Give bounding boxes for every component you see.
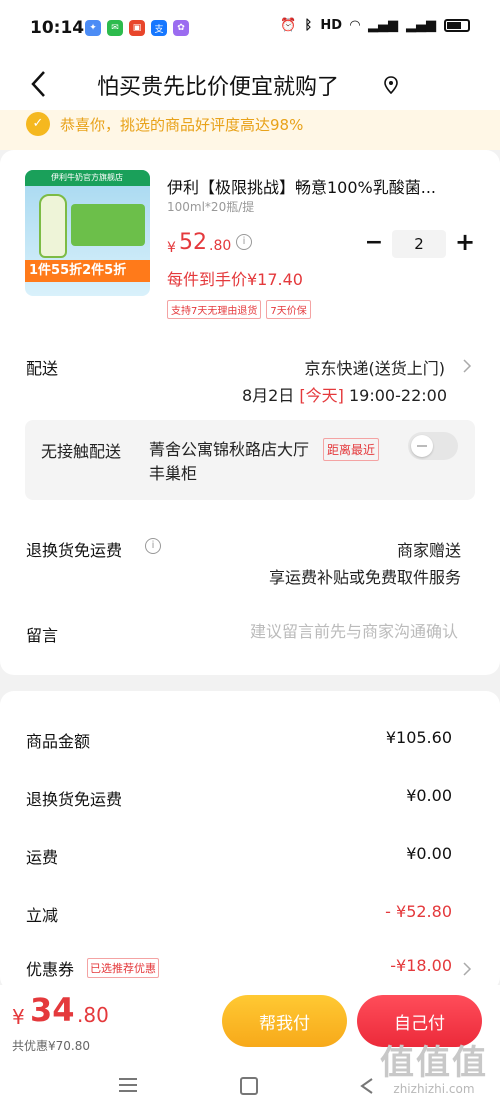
summary-row-goods: 商品金额 ¥105.60 <box>0 726 500 756</box>
unit-price-text: 每件到手价¥17.40 <box>167 270 303 289</box>
nearest-tag: 距离最近 <box>323 438 380 461</box>
watermark: 值值值 zhizhizhi.com <box>380 1035 488 1096</box>
summary-label: 退换货免运费 <box>26 790 123 809</box>
delivery-time[interactable]: 8月2日 [今天] 19:00-22:00 <box>242 382 447 406</box>
wifi-icon: ◠ <box>350 18 360 33</box>
total-discount: 共优惠¥70.80 <box>12 1039 90 1053</box>
delivery-time-range: 19:00-22:00 <box>349 386 447 405</box>
status-app-icons: ✦ ✉ ▣ 支 ✿ <box>85 20 189 36</box>
summary-row-shipping: 运费 ¥0.00 <box>0 842 500 872</box>
header: 怕买贵先比价便宜就购了 <box>0 58 500 110</box>
message-label: 留言 <box>26 626 59 645</box>
service-tag-return: 支持7天无理由退货 <box>167 300 262 319</box>
watermark-url: zhizhizhi.com <box>393 1082 475 1096</box>
product-box-graphic <box>71 204 145 246</box>
product-image-promo: 1件55折2件5折 <box>25 260 150 282</box>
delivery-date: 8月2日 <box>241 386 295 405</box>
no-contact-address: 菁舍公寓锦秋路店大厅丰巢柜 <box>149 440 310 483</box>
return-shipping-desc: 享运费补贴或免费取件服务 <box>268 568 461 587</box>
watermark-logo: 值值值 <box>380 1043 488 1083</box>
summary-value: ¥0.00 <box>406 786 452 805</box>
signal-2-icon: ▂▄▆ <box>406 18 436 33</box>
alipay-icon: 支 <box>151 20 167 36</box>
summary-value: ¥0.00 <box>406 844 452 863</box>
photos-icon: ✿ <box>173 20 189 36</box>
quantity-plus-button[interactable]: + <box>455 228 475 256</box>
price-summary-card: 商品金额 ¥105.60 退换货免运费 ¥0.00 运费 ¥0.00 立减 - … <box>0 691 500 991</box>
price-integer: 52 <box>179 230 207 255</box>
hd-icon: HD <box>320 18 342 33</box>
summary-row-coupon[interactable]: 优惠券 已选推荐优惠 -¥18.00 <box>0 954 500 984</box>
delivery-today: [今天] <box>299 386 344 405</box>
coupon-selected-tag: 已选推荐优惠 <box>87 958 159 978</box>
status-indicators: ⏰ ᛒ HD ◠ ▂▄▆ ▂▄▆ <box>280 18 470 33</box>
product-bottle-graphic <box>39 194 67 258</box>
location-pin-icon[interactable] <box>383 76 399 94</box>
no-contact-delivery: 无接触配送 菁舍公寓锦秋路店大厅丰巢柜 距离最近 <box>25 420 475 500</box>
page-title: 怕买贵先比价便宜就购了 <box>97 75 340 100</box>
app-notification-icon: ✦ <box>85 20 101 36</box>
summary-label: 商品金额 <box>26 732 91 751</box>
total-decimal: .80 <box>77 1003 109 1027</box>
return-shipping-label: 退换货免运费 <box>26 541 123 560</box>
service-tag-price-protect: 7天价保 <box>266 300 311 319</box>
menu-icon[interactable] <box>118 1077 138 1093</box>
price-decimal: .80 <box>209 238 232 254</box>
delivery-method[interactable]: 京东快递(送货上门) <box>305 355 446 379</box>
quantity-input[interactable]: 2 <box>392 230 446 258</box>
summary-row-return-shipping: 退换货免运费 ¥0.00 <box>0 784 500 814</box>
service-tags: 支持7天无理由退货 7天价保 <box>167 300 311 319</box>
product-spec: 100ml*20瓶/提 <box>167 200 255 214</box>
nav-back-icon[interactable] <box>358 1077 376 1095</box>
chevron-right-icon[interactable] <box>462 359 472 373</box>
price-info-icon[interactable]: i <box>236 234 252 250</box>
help-me-pay-button[interactable]: 帮我付 <box>222 995 347 1047</box>
summary-label: 立减 <box>26 906 59 925</box>
rating-banner: ✓ 恭喜你，挑选的商品好评度高达98% <box>0 110 500 150</box>
no-contact-label: 无接触配送 <box>41 442 122 461</box>
total-integer: 34 <box>30 991 75 1029</box>
quantity-minus-button[interactable]: − <box>364 230 384 255</box>
signal-icon: ▂▄▆ <box>368 18 398 33</box>
delivery-label: 配送 <box>26 359 59 378</box>
summary-row-instant-discount: 立减 - ¥52.80 <box>0 900 500 930</box>
product-image-shop-label: 伊利牛奶官方旗舰店 <box>25 170 150 186</box>
return-shipping-value: 商家赠送 <box>396 541 461 560</box>
no-contact-toggle[interactable] <box>408 432 458 460</box>
status-time: 10:14 <box>30 18 85 38</box>
banner-text: 恭喜你，挑选的商品好评度高达98% <box>60 116 304 134</box>
alarm-icon: ⏰ <box>280 18 297 33</box>
order-card: 伊利牛奶官方旗舰店 1件55折2件5折 伊利【极限挑战】畅意100%乳酸菌...… <box>0 150 500 675</box>
summary-value: -¥18.00 <box>390 956 452 975</box>
message-input[interactable] <box>198 622 458 641</box>
return-help-icon[interactable]: i <box>145 538 161 554</box>
price-symbol: ¥ <box>167 240 176 256</box>
bank-app-icon: ▣ <box>129 20 145 36</box>
back-arrow-icon[interactable] <box>28 68 50 100</box>
chevron-right-icon[interactable] <box>462 962 472 976</box>
summary-label: 运费 <box>26 848 59 867</box>
toggle-knob <box>411 435 433 457</box>
home-icon[interactable] <box>240 1077 258 1095</box>
product-title[interactable]: 伊利【极限挑战】畅意100%乳酸菌... <box>167 174 467 198</box>
summary-value: ¥105.60 <box>385 728 452 747</box>
bluetooth-icon: ᛒ <box>304 18 313 33</box>
summary-value: - ¥52.80 <box>385 902 452 921</box>
summary-label: 优惠券 <box>26 960 75 979</box>
thumbs-up-icon: ✓ <box>26 112 50 136</box>
battery-icon <box>444 19 470 32</box>
product-image[interactable]: 伊利牛奶官方旗舰店 1件55折2件5折 <box>25 170 150 296</box>
wechat-icon: ✉ <box>107 20 123 36</box>
total-symbol: ¥ <box>12 1005 25 1029</box>
status-bar: 10:14 ✦ ✉ ▣ 支 ✿ ⏰ ᛒ HD ◠ ▂▄▆ ▂▄▆ <box>0 0 500 58</box>
